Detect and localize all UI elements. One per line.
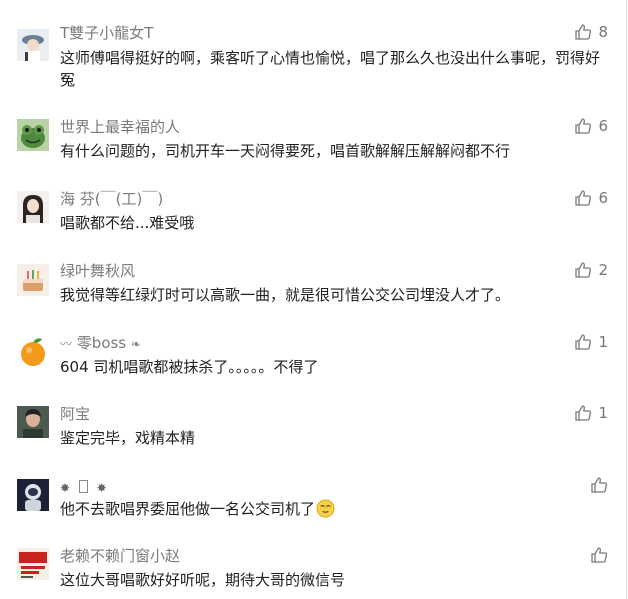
comment-text: 这位大哥唱歌好好听呢，期待大哥的微信号	[60, 571, 346, 589]
like-button[interactable]: 8	[574, 22, 608, 42]
right-divider	[626, 0, 627, 599]
like-button[interactable]: 2	[574, 260, 608, 280]
leaf-icon: ❧	[130, 337, 141, 351]
girl-with-hat-icon[interactable]	[17, 29, 49, 61]
comment-nickname[interactable]: T雙子小龍女T	[60, 24, 153, 42]
sparkle-icon: ✸	[60, 481, 71, 495]
thumbs-up-icon	[574, 333, 592, 351]
thumbs-up-icon	[574, 261, 592, 279]
comment-nickname[interactable]: 阿宝	[60, 405, 90, 423]
comment-nickname[interactable]: 海 芬(￣(工)￣)	[60, 190, 163, 208]
thumbs-up-icon	[590, 476, 608, 494]
like-button[interactable]: 6	[574, 188, 608, 208]
comment-nickname[interactable]: 绿叶舞秋风	[60, 262, 135, 280]
thumbs-up-icon	[574, 404, 592, 422]
comment-text: 鉴定完毕，戏精本精	[60, 429, 196, 447]
thumbs-up-icon	[574, 189, 592, 207]
comment-nickname[interactable]: 〰 零boss ❧	[60, 334, 141, 353]
comment-nickname[interactable]: 世界上最幸福的人	[60, 118, 180, 136]
smirk-emoji-icon	[316, 499, 335, 524]
nickname-text: 零boss	[76, 334, 127, 352]
comment-text: 有什么问题的，司机开车一天闷得要死，唱首歌解解压解解闷都不行	[60, 142, 511, 160]
astronaut-icon[interactable]	[17, 479, 49, 511]
like-button[interactable]: 6	[574, 116, 608, 136]
comment-text: 我觉得等红绿灯时可以高歌一曲，就是很可惜公交公司埋没人才了。	[60, 286, 511, 304]
thumbs-up-icon	[574, 117, 592, 135]
like-count: 6	[598, 117, 608, 135]
thumbs-up-icon	[574, 23, 592, 41]
like-count: 2	[598, 261, 608, 279]
comment-text: 这师傅唱得挺好的啊，乘客听了心情也愉悦，唱了那么久也没出什么事呢，罚得好冤	[60, 49, 601, 89]
box-icon	[78, 480, 88, 493]
like-count: 8	[598, 23, 608, 41]
like-button[interactable]: 1	[574, 403, 608, 423]
thumbs-up-icon	[590, 546, 608, 564]
like-count: 6	[598, 189, 608, 207]
wave-icon: 〰	[60, 337, 73, 351]
cake-icon[interactable]	[17, 264, 49, 296]
woman-portrait-icon[interactable]	[17, 191, 49, 223]
like-button[interactable]	[590, 545, 608, 565]
comment-text-content: 他不去歌唱界委屈他做一名公交司机了	[60, 500, 316, 518]
comment-text: 唱歌都不给...难受哦	[60, 214, 195, 232]
like-count: 1	[598, 333, 608, 351]
frog-icon[interactable]	[17, 119, 49, 151]
man-portrait-icon[interactable]	[17, 406, 49, 438]
comment-text: 604 司机唱歌都被抹杀了。。。。。不得了	[60, 358, 319, 376]
like-count: 1	[598, 404, 608, 422]
sparkle-icon: ✸	[96, 481, 107, 495]
orange-fruit-icon[interactable]	[17, 336, 49, 368]
comment-nickname[interactable]: ✸ ✸	[60, 478, 107, 497]
red-poster-icon[interactable]	[17, 548, 49, 580]
like-button[interactable]: 1	[574, 332, 608, 352]
comment-text: 他不去歌唱界委屈他做一名公交司机了	[60, 498, 608, 524]
comment-nickname[interactable]: 老赖不赖门窗小赵	[60, 547, 180, 565]
like-button[interactable]	[590, 475, 608, 495]
